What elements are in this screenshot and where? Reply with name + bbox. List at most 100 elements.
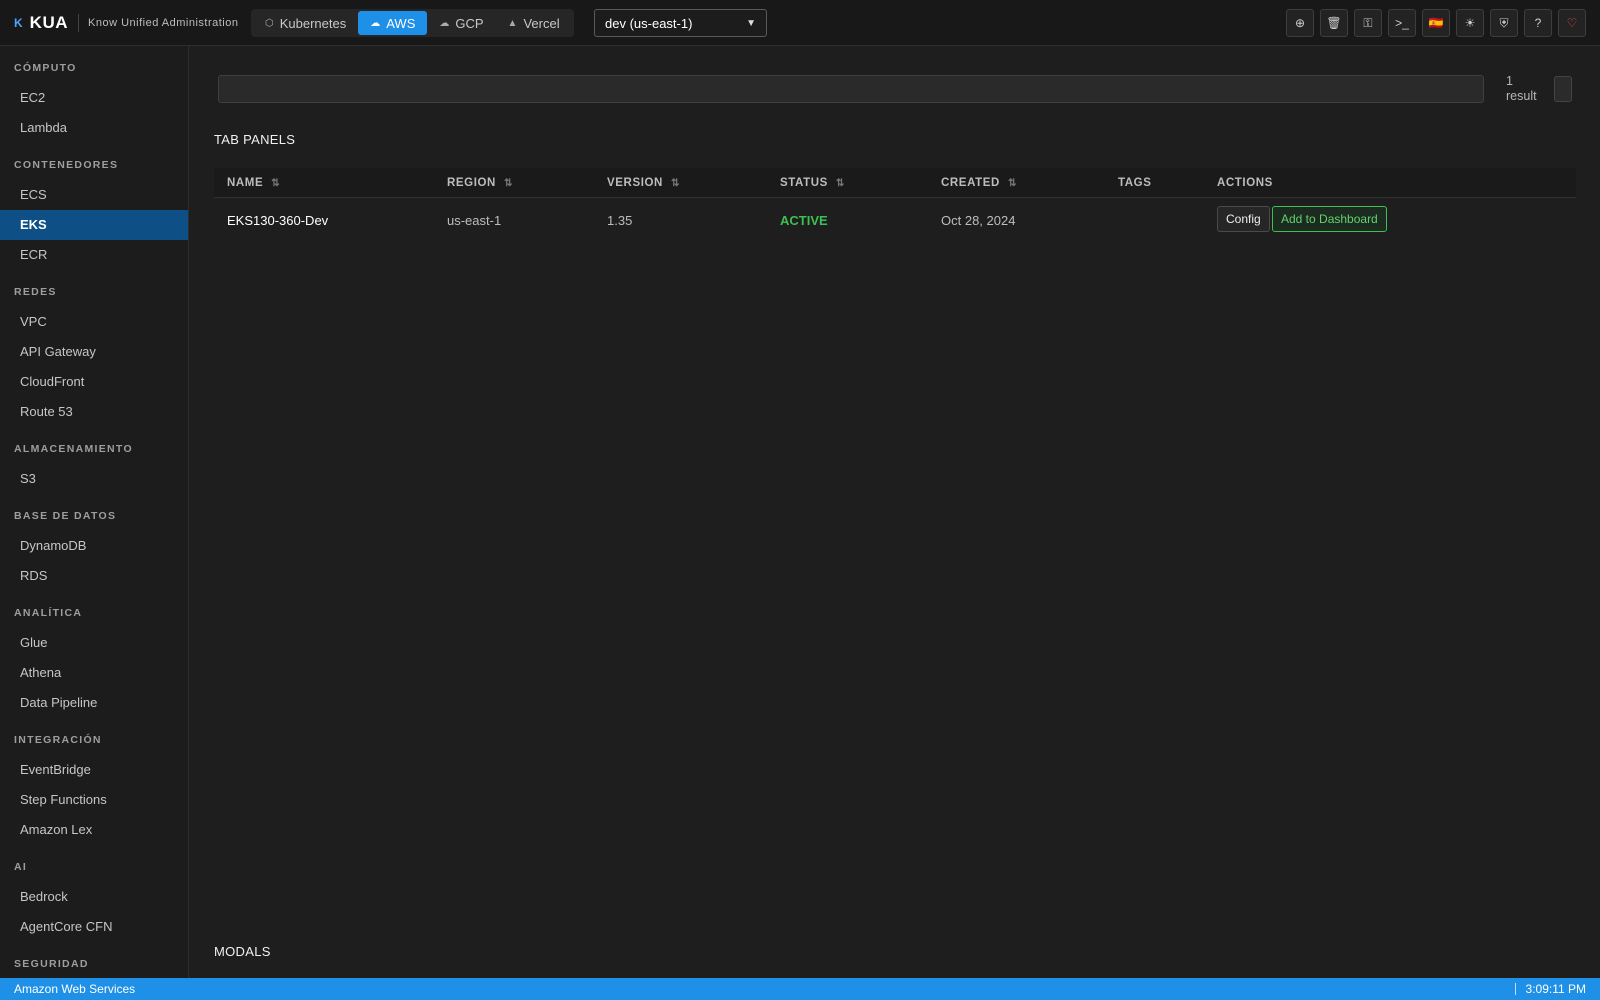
sidebar-section-title: SEGURIDAD: [14, 958, 89, 970]
tab-kubernetes[interactable]: ⬡ Kubernetes: [253, 11, 358, 35]
tab-aws[interactable]: ☁ AWS: [358, 11, 428, 35]
cube-icon: ⬡: [265, 17, 274, 29]
cell-created: Oct 28, 2024: [941, 213, 1016, 228]
sidebar-item-agentcore-cfn[interactable]: AgentCore CFN: [0, 912, 188, 942]
cloud-icon: ☁: [370, 17, 381, 29]
shield-icon: ⛨: [1499, 15, 1509, 30]
triangle-icon: ▲: [507, 17, 518, 29]
flag-es-button[interactable]: 🇪🇸: [1422, 9, 1450, 37]
main-content: 1 result TAB PANELS NAME ⇅ REGION ⇅ VERSION ⇅…: [190, 46, 1600, 978]
column-header-label: REGION: [447, 177, 496, 189]
heart-button[interactable]: ♡: [1558, 9, 1586, 37]
sidebar-item-step-functions[interactable]: Step Functions: [0, 785, 188, 815]
column-header-actions: ACTIONS: [1217, 168, 1273, 198]
modals-heading: MODALS: [214, 944, 271, 959]
sidebar-item-dynamodb[interactable]: DynamoDB: [0, 531, 188, 561]
column-header-label: CREATED: [941, 177, 1000, 189]
config-button[interactable]: Config: [1217, 206, 1270, 232]
help-button[interactable]: ?: [1524, 9, 1552, 37]
sidebar-section-title: REDES: [14, 286, 57, 298]
sidebar-item-rds[interactable]: RDS: [0, 561, 188, 591]
cloud-icon: ☁: [439, 17, 450, 29]
sidebar-section-title: ALMACENAMIENTO: [14, 443, 133, 455]
cell-name: EKS130-360-Dev: [227, 213, 329, 228]
cell-status: ACTIVE: [780, 213, 828, 228]
table-row[interactable]: EKS130-360-Dev us-east-1 1.35 ACTIVE Oct 28,…: [214, 198, 1576, 243]
column-header-label: NAME: [227, 177, 264, 189]
sidebar-item-bedrock[interactable]: Bedrock: [0, 882, 188, 912]
column-header-version[interactable]: VERSION ⇅: [607, 168, 680, 198]
tab-vercel[interactable]: ▲ Vercel: [496, 11, 572, 35]
sort-icon: ⇅: [1007, 178, 1017, 189]
help-icon: ?: [1534, 16, 1542, 30]
sun-icon: ☀: [1464, 16, 1476, 30]
shield-button[interactable]: ⛨: [1490, 9, 1518, 37]
column-header-label: TAGS: [1118, 177, 1152, 189]
sidebar-item-athena[interactable]: Athena: [0, 658, 188, 688]
sidebar-section-title: AI: [14, 861, 28, 873]
heart-icon: ♡: [1566, 16, 1578, 30]
terminal-button[interactable]: >_: [1388, 9, 1416, 37]
tab-label: AWS: [386, 15, 416, 31]
add-button[interactable]: ⊕: [1286, 9, 1314, 37]
sidebar-item-route-53[interactable]: Route 53: [0, 397, 188, 427]
sort-icon: ⇅: [503, 178, 513, 189]
logo-subtitle: Know Unified Administration: [88, 16, 239, 29]
table-body: EKS130-360-Dev us-east-1 1.35 ACTIVE Oct 28,…: [214, 198, 1576, 243]
tab-label: Kubernetes: [279, 15, 347, 31]
sidebar-item-cloudfront[interactable]: CloudFront: [0, 367, 188, 397]
provider-tabs: ⬡ Kubernetes ☁ AWS ☁ GCP ▲ Vercel: [251, 9, 574, 37]
logo-text: KUA: [29, 12, 69, 32]
sidebar-item-lambda[interactable]: Lambda: [0, 113, 188, 143]
status-bar-time: 3:09:11 PM: [1525, 982, 1586, 996]
sidebar-item-api-gateway[interactable]: API Gateway: [0, 337, 188, 367]
sidebar-item-glue[interactable]: Glue: [0, 628, 188, 658]
column-header-name[interactable]: NAME ⇅: [227, 168, 280, 198]
column-header-status[interactable]: STATUS ⇅: [780, 168, 845, 198]
sidebar-section-title: ANALÍTICA: [14, 607, 83, 619]
column-header-region[interactable]: REGION ⇅: [447, 168, 513, 198]
sidebar-item-ecs[interactable]: ECS: [0, 180, 188, 210]
sort-icon: ⇅: [670, 178, 680, 189]
chevron-down-icon: ▼: [746, 17, 756, 29]
sort-icon: ⇅: [835, 178, 845, 189]
logo-divider: [78, 13, 80, 32]
trash-icon: 🗑: [1326, 16, 1342, 30]
status-bar: Amazon Web Services 3:09:11 PM: [0, 978, 1600, 1000]
table-header: NAME ⇅ REGION ⇅ VERSION ⇅ STATUS ⇅ CREATED ⇅ TAGS A…: [214, 168, 1576, 198]
sidebar-item-data-pipeline[interactable]: Data Pipeline: [0, 688, 188, 718]
sun-button[interactable]: ☀: [1456, 9, 1484, 37]
sidebar-item-eks[interactable]: EKS: [0, 210, 188, 240]
toolbar: ⊕ 🗑 ⚿ >_ 🇪🇸 ☀ ⛨? ♡: [1286, 9, 1586, 37]
options-button[interactable]: [1554, 76, 1572, 102]
key-button[interactable]: ⚿: [1354, 9, 1382, 37]
column-header-created[interactable]: CREATED ⇅: [941, 168, 1017, 198]
status-bar-provider: Amazon Web Services: [14, 982, 136, 996]
sidebar-item-ecr[interactable]: ECR: [0, 240, 188, 270]
sidebar-item-vpc[interactable]: VPC: [0, 307, 188, 337]
sidebar-item-eventbridge[interactable]: EventBridge: [0, 755, 188, 785]
terminal-icon: >_: [1395, 16, 1409, 30]
column-header-tags: TAGS: [1118, 168, 1152, 198]
sidebar: CÓMPUTO EC2 Lambda CONTENEDORES ECS EKS ECR RED…: [0, 46, 189, 978]
sidebar-item-ec2[interactable]: EC2: [0, 83, 188, 113]
environment-select[interactable]: dev (us-east-1) ▼: [594, 9, 767, 37]
column-header-label: VERSION: [607, 177, 663, 189]
cell-region: us-east-1: [447, 213, 502, 228]
tab-label: GCP: [455, 15, 484, 31]
sidebar-section-title: BASE DE DATOS: [14, 510, 117, 522]
column-header-label: STATUS: [780, 177, 828, 189]
logo-mark-icon: K: [14, 15, 23, 30]
sidebar-item-s3[interactable]: S3: [0, 464, 188, 494]
trash-button[interactable]: 🗑: [1320, 9, 1348, 37]
tab-gcp[interactable]: ☁ GCP: [427, 11, 495, 35]
flag-es-icon: 🇪🇸: [1428, 16, 1444, 30]
sidebar-section-title: CONTENEDORES: [14, 159, 119, 171]
sort-icon: ⇅: [271, 178, 281, 189]
result-count: 1 result: [1506, 74, 1537, 103]
status-bar-divider: [1514, 983, 1516, 995]
search-input[interactable]: [218, 75, 1484, 103]
logo[interactable]: K KUA Know Unified Administration: [14, 13, 238, 33]
sidebar-item-amazon-lex[interactable]: Amazon Lex: [0, 815, 188, 845]
add-to-dashboard-button[interactable]: Add to Dashboard: [1272, 206, 1387, 232]
